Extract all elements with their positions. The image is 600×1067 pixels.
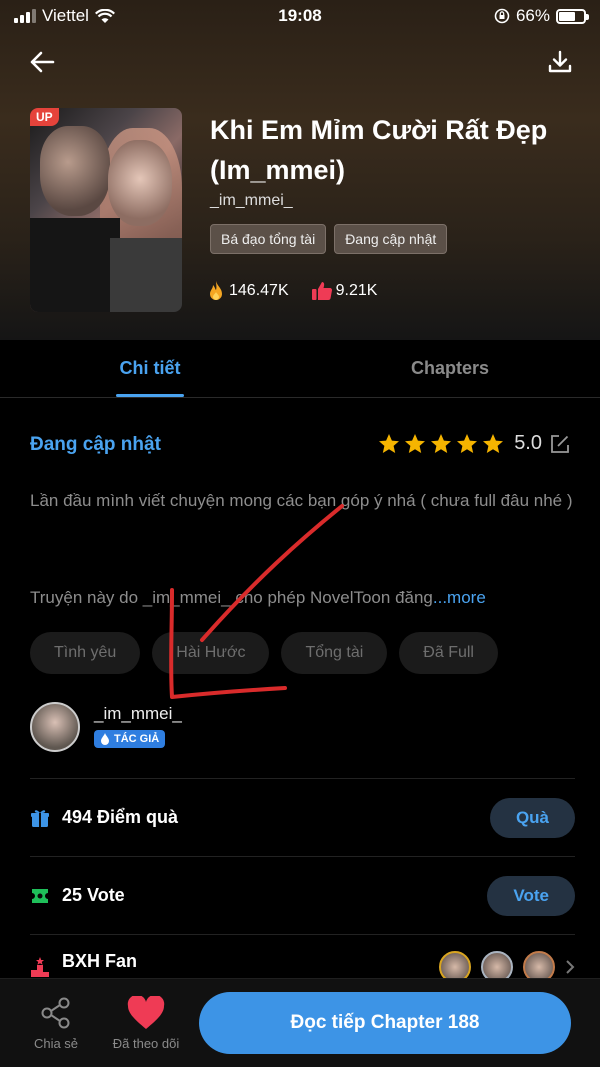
gift-points: 494 Điểm quà [62, 807, 179, 827]
wifi-icon [94, 8, 115, 23]
author-avatar[interactable] [30, 702, 80, 752]
drop-icon [101, 733, 109, 745]
thumbs-up-icon [311, 282, 332, 301]
vote-button[interactable]: Vote [487, 875, 575, 916]
podium-icon [31, 957, 49, 977]
author-badge-label: TÁC GIẢ [114, 733, 160, 745]
author-badge: TÁC GIẢ [94, 730, 166, 748]
download-icon [548, 50, 572, 73]
gift-button[interactable]: Quà [489, 797, 575, 838]
rating-stars [378, 433, 504, 455]
update-status: Đang cập nhật [30, 434, 161, 455]
book-description: Lần đầu mình viết chuyện mong các bạn gó… [30, 491, 573, 510]
genre-tags: Tình yêu Hài Hước Tổng tài Đã Full [30, 632, 498, 674]
gift-icon [31, 809, 49, 827]
chevron-right-icon [566, 960, 575, 974]
fire-icon [210, 281, 222, 300]
gift-row: 494 Điểm quà Quà [30, 778, 575, 856]
follow-label: Đã theo dõi [112, 1035, 180, 1051]
book-tag[interactable]: Bá đạo tổng tài [210, 224, 327, 254]
book-cover[interactable]: UP [30, 108, 182, 312]
genre-tag[interactable]: Hài Hước [152, 632, 270, 674]
battery-icon [556, 8, 589, 24]
book-author[interactable]: _im_mmei_ [210, 192, 293, 210]
star-icon [405, 433, 426, 453]
book-tags: Bá đạo tổng tài Đang cập nhật [210, 224, 448, 254]
rating[interactable]: 5.0 [378, 432, 570, 455]
star-icon [431, 433, 452, 453]
follow-button[interactable]: Đã theo dõi [110, 995, 182, 1051]
continue-reading-button[interactable]: Đọc tiếp Chapter 188 [199, 992, 571, 1054]
up-badge: UP [30, 108, 59, 126]
signal-icon [14, 9, 36, 23]
edit-icon[interactable] [550, 434, 570, 454]
genre-tag[interactable]: Đã Full [399, 632, 498, 674]
star-icon [483, 433, 504, 453]
rating-value: 5.0 [514, 432, 542, 454]
share-label: Chia sẻ [33, 1035, 79, 1051]
star-icon [457, 433, 478, 453]
fan-ranking-label: BXH Fan [62, 951, 138, 971]
author-block[interactable]: _im_mmei_ TÁC GIẢ [30, 702, 182, 752]
copyright-text: Truyện này do _im_mmei_ cho phép NovelTo… [30, 588, 433, 607]
back-button[interactable] [22, 42, 62, 82]
star-icon [379, 433, 400, 453]
vote-count: 25 Vote [62, 885, 125, 905]
carrier-name: Viettel [42, 6, 89, 25]
share-button[interactable]: Chia sẻ [20, 996, 92, 1051]
book-title: Khi Em Mỉm Cười Rất Đẹp (Im_mmei) [210, 115, 548, 185]
tab-bar: Chi tiết Chapters [0, 340, 600, 398]
like-count: 9.21K [335, 282, 378, 299]
heart-icon [127, 995, 165, 1029]
battery-percent: 66% [515, 6, 550, 25]
ticket-icon [32, 888, 48, 903]
share-icon [41, 997, 70, 1028]
orientation-lock-icon [494, 8, 510, 24]
book-tag[interactable]: Đang cập nhật [334, 224, 448, 254]
genre-tag[interactable]: Tổng tài [281, 632, 388, 674]
more-link[interactable]: ...more [433, 588, 486, 607]
book-stats: 146.47K 9.21K [206, 280, 377, 302]
download-button[interactable] [540, 42, 580, 82]
view-count: 146.47K [229, 282, 289, 299]
tab-chapters[interactable]: Chapters [300, 340, 600, 397]
status-bar: Viettel 19:08 66% [0, 0, 600, 32]
copyright-line: Truyện này do _im_mmei_ cho phép NovelTo… [30, 588, 575, 608]
tab-details[interactable]: Chi tiết [0, 340, 300, 397]
author-name: _im_mmei_ [94, 704, 182, 723]
vote-row: 25 Vote Vote [30, 856, 575, 934]
arrow-left-icon [30, 51, 55, 73]
genre-tag[interactable]: Tình yêu [30, 632, 141, 674]
